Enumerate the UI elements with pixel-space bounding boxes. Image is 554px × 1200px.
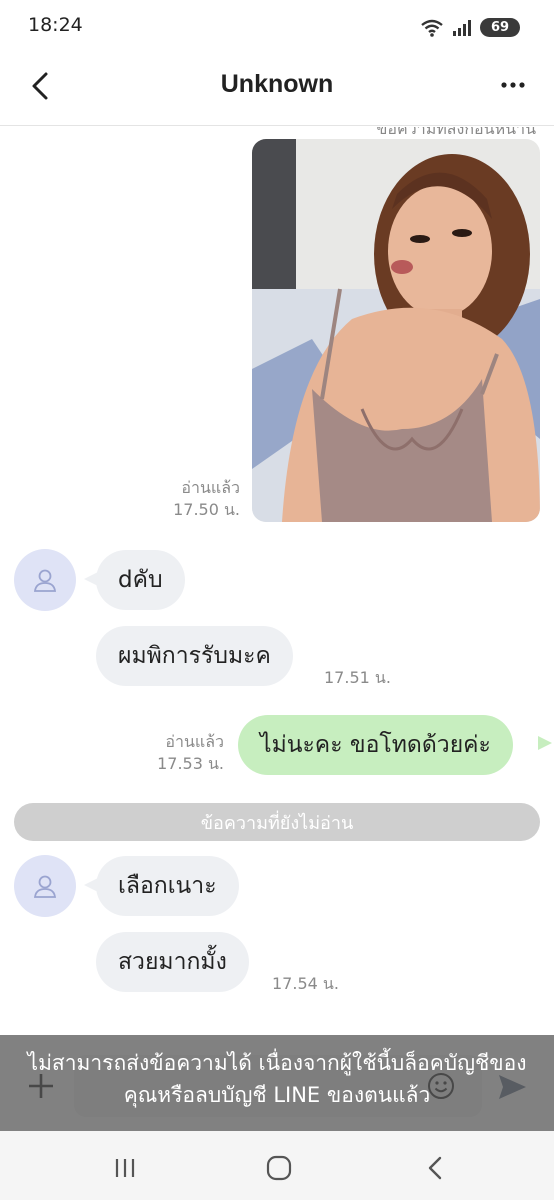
chat-header: Unknown [0, 56, 554, 126]
status-time: 18:24 [28, 14, 83, 36]
incoming-message-bubble[interactable]: เลือกเนาะ [96, 856, 239, 916]
user-icon [33, 569, 57, 592]
battery-icon: 69 [480, 18, 520, 37]
photo-message[interactable] [252, 139, 540, 522]
message-text: dคับ [118, 567, 163, 593]
incoming-message-bubble[interactable]: สวยมากมั้ง [96, 932, 249, 992]
message-time: 17.53 น. [157, 754, 224, 773]
photo-message-meta: อ่านแล้ว 17.50 น. [150, 477, 240, 521]
system-nav-bar [0, 1131, 554, 1200]
incoming-message-bubble[interactable]: ผมพิการรับมะค [96, 626, 293, 686]
home-icon[interactable] [264, 1153, 294, 1183]
more-options-icon[interactable] [498, 70, 528, 100]
message-time: 17.50 น. [173, 500, 240, 519]
wifi-icon [421, 19, 443, 37]
message-text: ผมพิการรับมะค [118, 643, 271, 669]
user-icon [33, 875, 57, 898]
sender-avatar[interactable] [14, 855, 76, 917]
blocked-notice-line1: ไม่สามารถส่งข้อความได้ เนื่องจากผู้ใช้นี… [27, 1051, 527, 1075]
outgoing-message-meta: อ่านแล้ว 17.53 น. [120, 731, 224, 775]
chat-area[interactable]: ข้อความที่ส่งก่อนหน้านี้ อ่านแล้ว 17.50 … [0, 127, 554, 1035]
sender-avatar[interactable] [14, 549, 76, 611]
read-receipt: อ่านแล้ว [181, 478, 240, 497]
back-nav-icon[interactable] [420, 1153, 450, 1183]
battery-level: 69 [490, 20, 510, 35]
bubble-tail [538, 736, 552, 750]
message-text: ไม่นะคะ ขอโทดด้วยค่ะ [260, 732, 491, 758]
blocked-notice-line2: คุณหรือลบบัญชี LINE ของตนแล้ว [123, 1083, 431, 1107]
unread-divider: ข้อความที่ยังไม่อ่าน [14, 803, 540, 841]
status-bar: 18:24 69 [0, 0, 554, 56]
photo-image [252, 139, 540, 522]
message-text: เลือกเนาะ [118, 873, 217, 899]
outgoing-message-bubble[interactable]: ไม่นะคะ ขอโทดด้วยค่ะ [238, 715, 513, 775]
blocked-notice: ไม่สามารถส่งข้อความได้ เนื่องจากผู้ใช้นี… [0, 1035, 554, 1131]
signal-icon [453, 19, 471, 36]
incoming-message-bubble[interactable]: dคับ [96, 550, 185, 610]
message-time: 17.51 น. [324, 668, 391, 687]
status-icons: 69 [420, 18, 520, 37]
message-time: 17.54 น. [272, 974, 339, 993]
chat-title: Unknown [220, 70, 334, 98]
message-text: สวยมากมั้ง [118, 949, 227, 975]
read-receipt: อ่านแล้ว [165, 732, 224, 751]
recent-apps-icon[interactable] [110, 1153, 140, 1183]
